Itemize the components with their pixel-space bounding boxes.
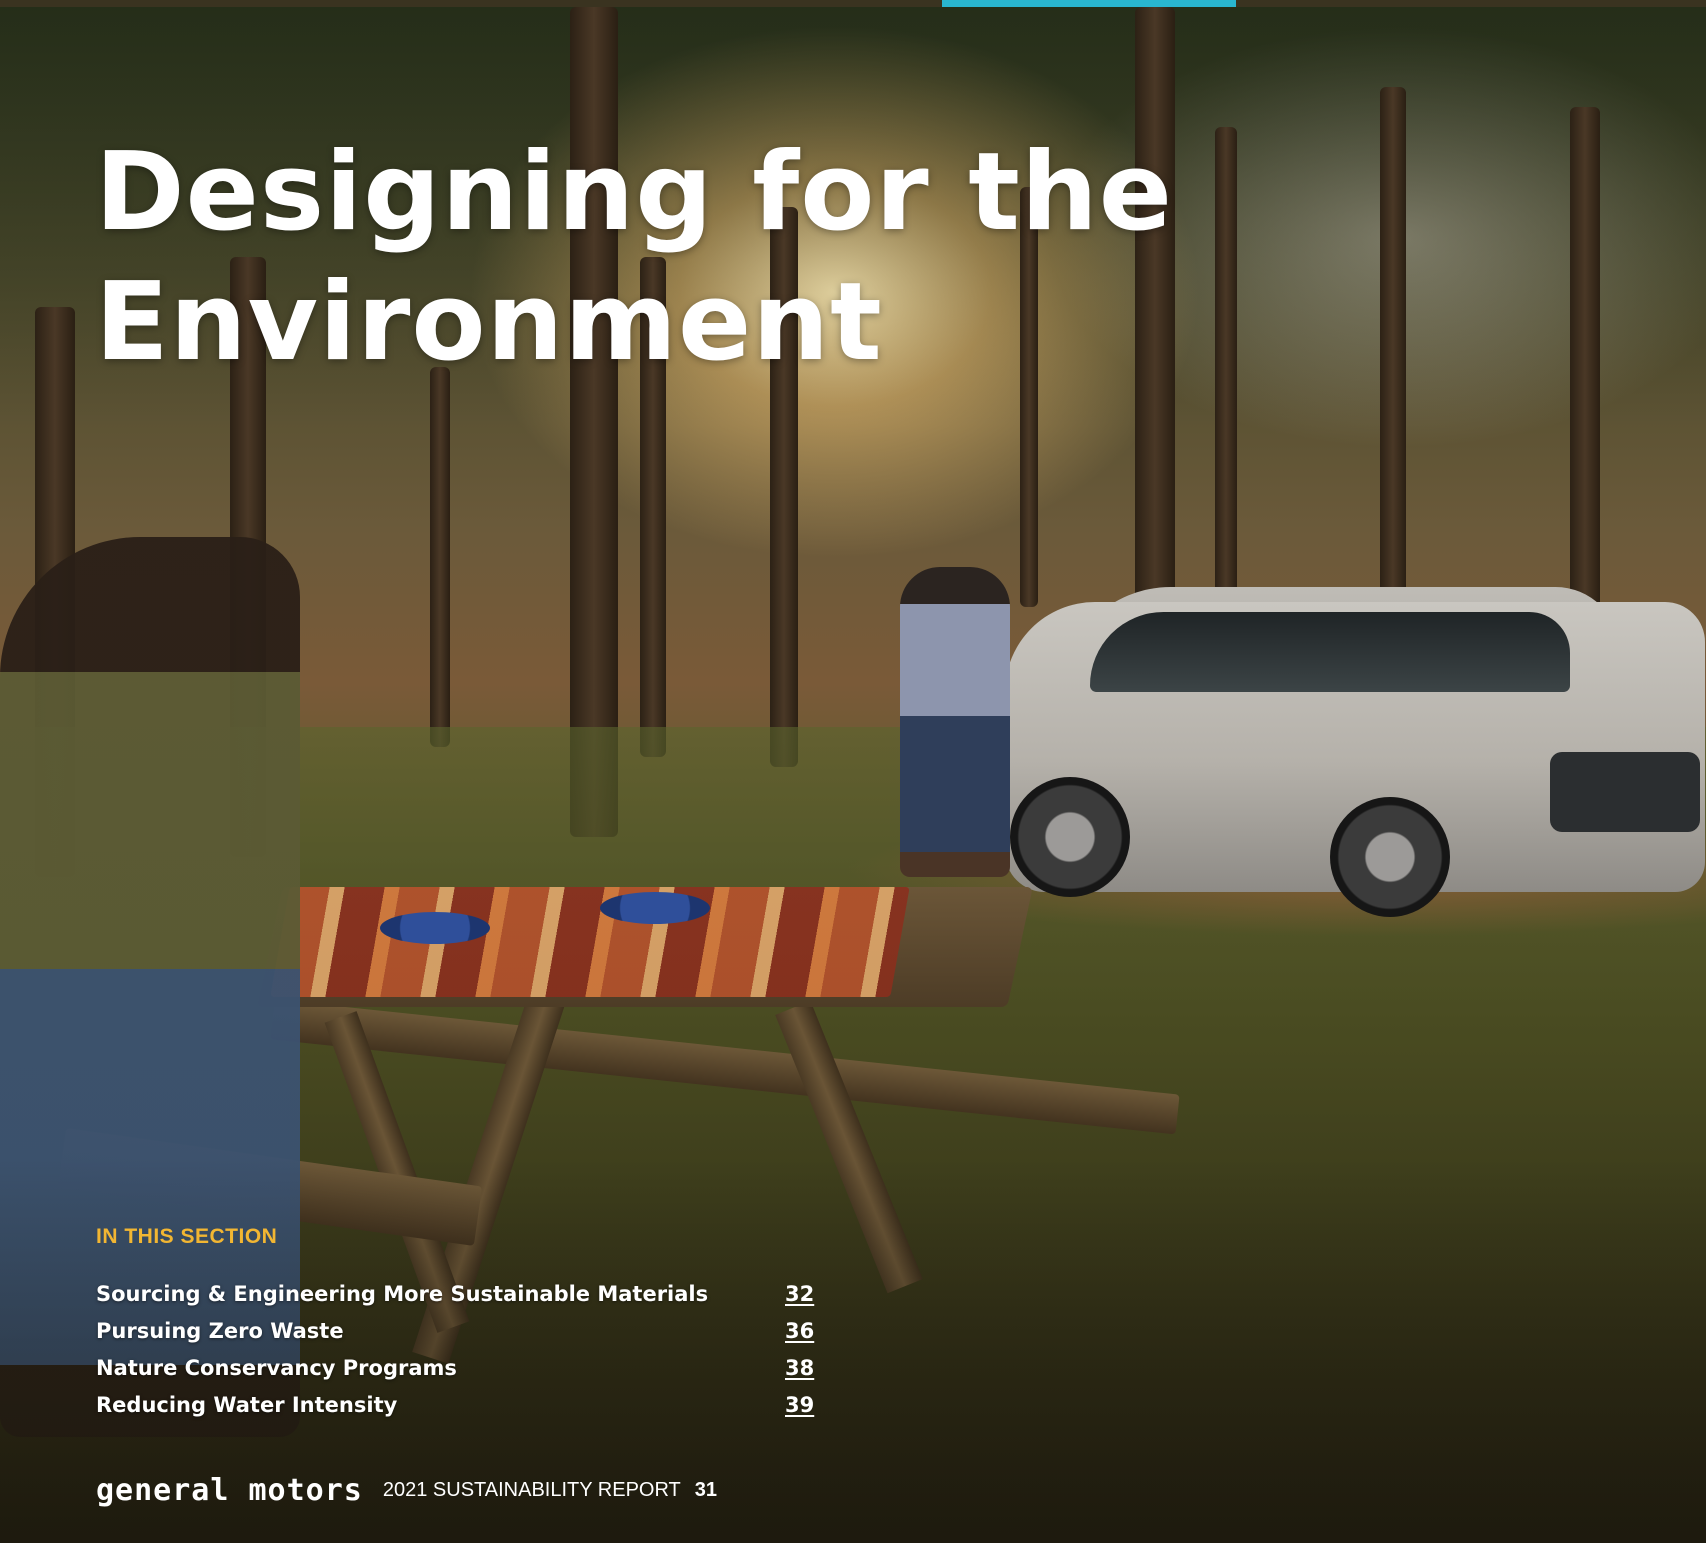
toc-page-link[interactable]: 39 <box>785 1393 814 1417</box>
toc-item-label: Nature Conservancy Programs <box>96 1356 457 1380</box>
section-heading: IN THIS SECTION <box>96 1225 278 1248</box>
toc-item-materials: Sourcing & Engineering More Sustainable … <box>96 1282 816 1319</box>
page-number: 31 <box>694 1479 718 1501</box>
title-line-1: Designing for the <box>95 130 1174 255</box>
man-figure <box>900 567 1010 877</box>
top-accent-bar <box>942 0 1236 7</box>
toc-item-label: Pursuing Zero Waste <box>96 1319 344 1343</box>
page-footer: general motors 2021 SUSTAINABILITY REPOR… <box>96 1473 717 1509</box>
toc-item-zero-waste: Pursuing Zero Waste 36 <box>96 1319 816 1356</box>
toc-item-label: Reducing Water Intensity <box>96 1393 398 1417</box>
toc-page-link[interactable]: 38 <box>785 1356 814 1380</box>
page-title: Designing for the Environment <box>95 128 1295 388</box>
toc-item-water-intensity: Reducing Water Intensity 39 <box>96 1393 816 1430</box>
toc-item-nature-conservancy: Nature Conservancy Programs 38 <box>96 1356 816 1393</box>
report-page: Designing for the Environment IN THIS SE… <box>0 0 1706 1543</box>
toc-page-link[interactable]: 32 <box>785 1282 814 1306</box>
toc-item-label: Sourcing & Engineering More Sustainable … <box>96 1282 709 1306</box>
section-contents-list: Sourcing & Engineering More Sustainable … <box>96 1282 816 1430</box>
toc-page-link[interactable]: 36 <box>785 1319 814 1343</box>
report-title: 2021 SUSTAINABILITY REPORT <box>382 1479 681 1501</box>
brand-logo: general motors <box>96 1473 363 1508</box>
title-line-2: Environment <box>95 260 883 385</box>
